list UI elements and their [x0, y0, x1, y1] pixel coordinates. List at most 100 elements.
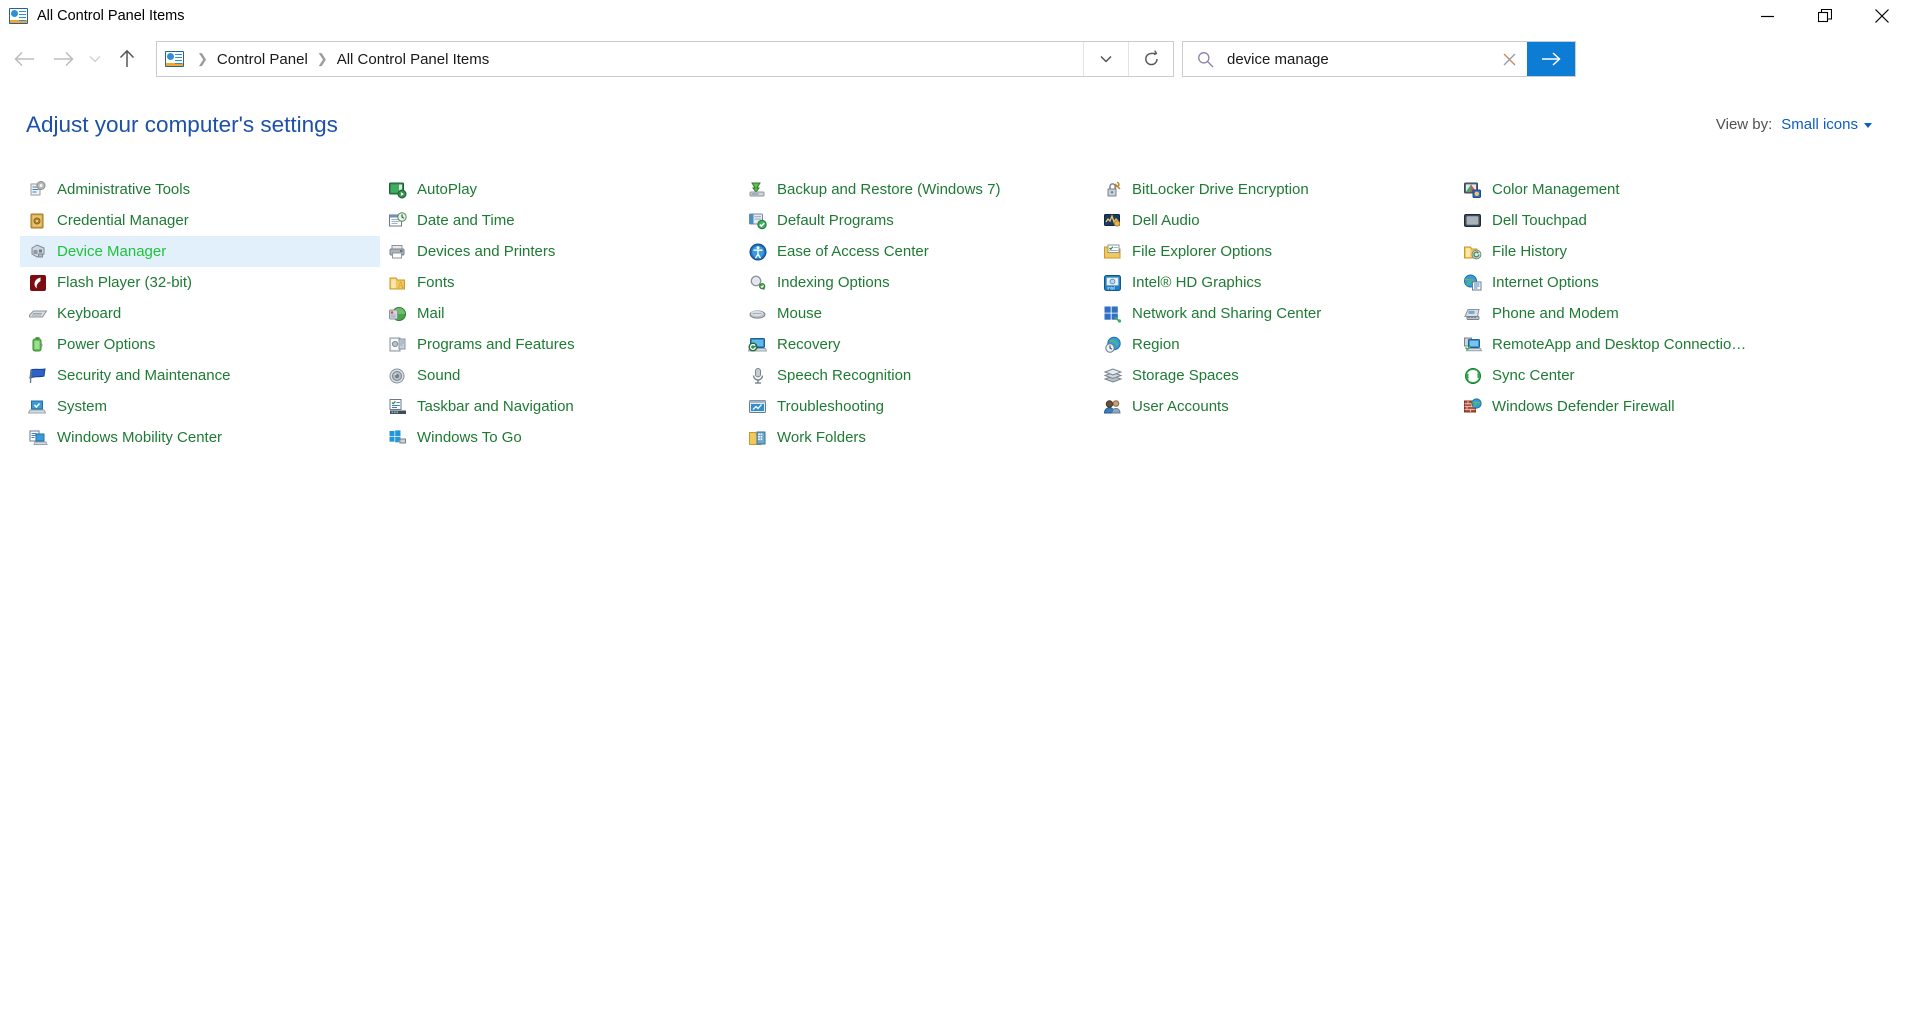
minimize-button[interactable]: [1739, 0, 1796, 32]
control-panel-item[interactable]: Mouse: [740, 298, 1095, 329]
fonts-icon: A: [388, 273, 408, 293]
page-title: Adjust your computer's settings: [26, 112, 338, 137]
control-panel-item-label: Programs and Features: [417, 336, 575, 353]
administrative-tools-icon: [28, 180, 48, 200]
breadcrumb-item-all-control-panel-items[interactable]: All Control Panel Items: [337, 51, 490, 68]
control-panel-item-label: Flash Player (32-bit): [57, 274, 193, 291]
control-panel-item[interactable]: RemoteApp and Desktop Connectio…: [1455, 329, 1855, 360]
control-panel-item[interactable]: Network and Sharing Center: [1095, 298, 1455, 329]
control-panel-item[interactable]: AutoPlay: [380, 174, 740, 205]
control-panel-item[interactable]: Windows To Go: [380, 422, 740, 453]
control-panel-item[interactable]: Flash Player (32-bit): [20, 267, 380, 298]
items-column-5: Color Management Dell Touchpad File Histor…: [1455, 174, 1855, 453]
control-panel-item[interactable]: Backup and Restore (Windows 7): [740, 174, 1095, 205]
control-panel-item[interactable]: User Accounts: [1095, 391, 1455, 422]
control-panel-item[interactable]: Security and Maintenance: [20, 360, 380, 391]
internet-options-icon: [1463, 273, 1483, 293]
control-panel-item-label: File History: [1492, 243, 1568, 260]
control-panel-item[interactable]: Default Programs: [740, 205, 1095, 236]
control-panel-item[interactable]: A Fonts: [380, 267, 740, 298]
breadcrumb-separator[interactable]: ❯: [308, 51, 337, 67]
default-programs-icon: [748, 211, 768, 231]
control-panel-item[interactable]: File Explorer Options: [1095, 236, 1455, 267]
control-panel-item[interactable]: Device Manager: [20, 236, 380, 267]
control-panel-item-label: Credential Manager: [57, 212, 189, 229]
control-panel-item[interactable]: Credential Manager: [20, 205, 380, 236]
restore-button[interactable]: [1796, 0, 1853, 32]
items-column-4: BitLocker Drive Encryption Dell Audio File…: [1095, 174, 1455, 453]
control-panel-item[interactable]: Troubleshooting: [740, 391, 1095, 422]
intel-hd-graphics-icon: intel: [1103, 273, 1123, 293]
control-panel-item[interactable]: BitLocker Drive Encryption: [1095, 174, 1455, 205]
control-panel-item[interactable]: Date and Time: [380, 205, 740, 236]
control-panel-item[interactable]: Recovery: [740, 329, 1095, 360]
control-panel-item-label: Security and Maintenance: [57, 367, 231, 384]
up-button[interactable]: [108, 40, 146, 78]
control-panel-item[interactable]: Programs and Features: [380, 329, 740, 360]
title-bar-left: All Control Panel Items: [0, 8, 184, 24]
view-by-control: View by: Small icons: [1716, 116, 1872, 133]
control-panel-item[interactable]: Phone and Modem: [1455, 298, 1855, 329]
control-panel-item[interactable]: Speech Recognition: [740, 360, 1095, 391]
control-panel-item[interactable]: Work Folders: [740, 422, 1095, 453]
breadcrumb-item-control-panel[interactable]: Control Panel: [217, 51, 308, 68]
view-by-dropdown[interactable]: Small icons: [1781, 116, 1872, 133]
control-panel-item[interactable]: Mail: [380, 298, 740, 329]
file-history-icon: [1463, 242, 1483, 262]
control-panel-item-label: Network and Sharing Center: [1132, 305, 1322, 322]
control-panel-item[interactable]: Sync Center: [1455, 360, 1855, 391]
close-button[interactable]: [1853, 0, 1910, 32]
control-panel-item[interactable]: Taskbar and Navigation: [380, 391, 740, 422]
control-panel-item[interactable]: Power Options: [20, 329, 380, 360]
mail-icon: [388, 304, 408, 324]
control-panel-item[interactable]: Keyboard: [20, 298, 380, 329]
control-panel-item[interactable]: System: [20, 391, 380, 422]
control-panel-item-label: Intel® HD Graphics: [1132, 274, 1262, 291]
navigation-bar: ❯ Control Panel ❯ All Control Panel Item…: [0, 32, 1910, 86]
control-panel-item[interactable]: File History: [1455, 236, 1855, 267]
control-panel-item[interactable]: Color Management: [1455, 174, 1855, 205]
control-panel-item[interactable]: intel Intel® HD Graphics: [1095, 267, 1455, 298]
control-panel-item-label: Backup and Restore (Windows 7): [777, 181, 1001, 198]
address-bar[interactable]: ❯ Control Panel ❯ All Control Panel Item…: [156, 41, 1174, 77]
search-input[interactable]: [1227, 43, 1491, 75]
control-panel-items-grid: Administrative Tools Credential Manager De…: [0, 158, 1910, 453]
control-panel-item-label: Power Options: [57, 336, 156, 353]
color-management-icon: [1463, 180, 1483, 200]
previous-locations-button[interactable]: [1084, 42, 1128, 76]
control-panel-item[interactable]: Storage Spaces: [1095, 360, 1455, 391]
control-panel-item-label: Default Programs: [777, 212, 894, 229]
control-panel-item[interactable]: Region: [1095, 329, 1455, 360]
refresh-button[interactable]: [1129, 42, 1173, 76]
control-panel-item[interactable]: Windows Mobility Center: [20, 422, 380, 453]
system-icon: [28, 397, 48, 417]
date-and-time-icon: [388, 211, 408, 231]
recent-locations-button[interactable]: [82, 40, 108, 78]
devices-and-printers-icon: [388, 242, 408, 262]
control-panel-item[interactable]: Administrative Tools: [20, 174, 380, 205]
search-box[interactable]: [1182, 41, 1576, 77]
title-bar: All Control Panel Items: [0, 0, 1910, 32]
window-title: All Control Panel Items: [37, 8, 185, 24]
control-panel-item-label: Mouse: [777, 305, 823, 322]
control-panel-item[interactable]: Dell Audio: [1095, 205, 1455, 236]
control-panel-item[interactable]: Devices and Printers: [380, 236, 740, 267]
back-button[interactable]: [6, 40, 44, 78]
control-panel-item-label: AutoPlay: [417, 181, 478, 198]
control-panel-item[interactable]: Indexing Options: [740, 267, 1095, 298]
control-panel-item[interactable]: Windows Defender Firewall: [1455, 391, 1855, 422]
control-panel-item[interactable]: Ease of Access Center: [740, 236, 1095, 267]
control-panel-item[interactable]: Internet Options: [1455, 267, 1855, 298]
control-panel-item-label: Recovery: [777, 336, 841, 353]
speech-recognition-icon: [748, 366, 768, 386]
control-panel-item[interactable]: Dell Touchpad: [1455, 205, 1855, 236]
breadcrumb-separator[interactable]: ❯: [188, 51, 217, 67]
search-go-button[interactable]: [1527, 42, 1575, 76]
work-folders-icon: [748, 428, 768, 448]
clear-search-icon[interactable]: [1491, 42, 1527, 76]
control-panel-item-label: Fonts: [417, 274, 455, 291]
window-controls: [1739, 0, 1910, 32]
control-panel-item-label: Speech Recognition: [777, 367, 912, 384]
forward-button[interactable]: [44, 40, 82, 78]
control-panel-item[interactable]: Sound: [380, 360, 740, 391]
